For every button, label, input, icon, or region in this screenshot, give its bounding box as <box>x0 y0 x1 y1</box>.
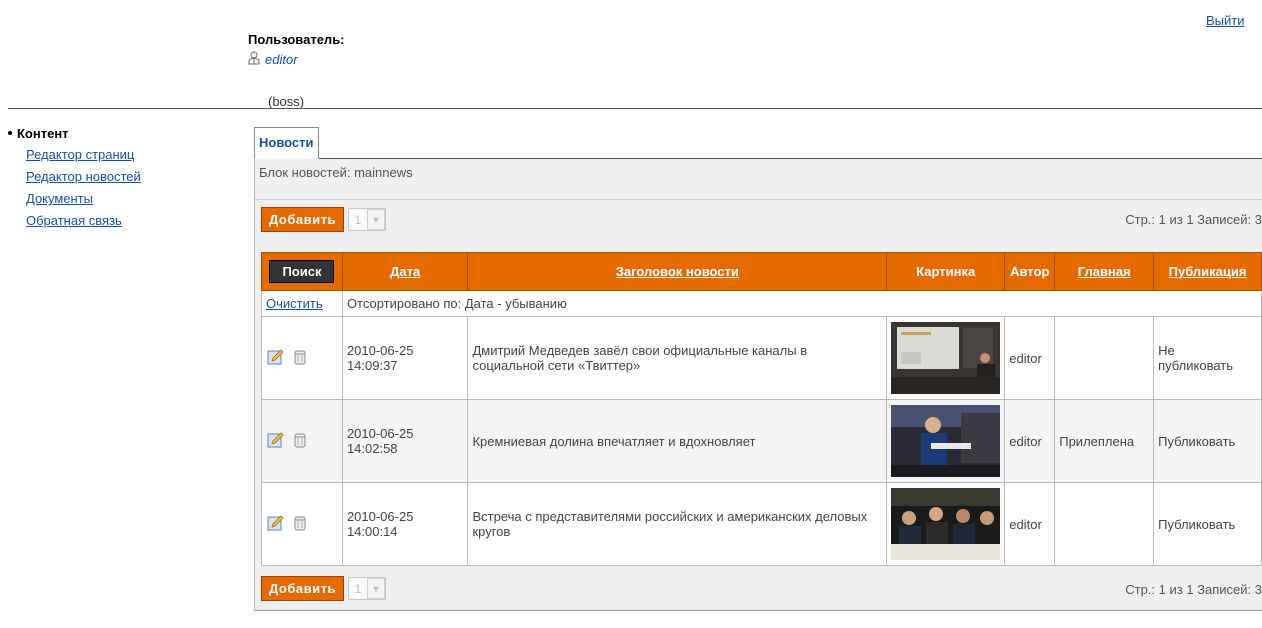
row-time: 14:09:37 <box>346 358 398 373</box>
tab-bar: Новости <box>254 124 1262 159</box>
page-select-bottom[interactable]: 1 ▼ <box>347 577 386 600</box>
news-thumbnail <box>891 322 1001 394</box>
pager-info: Стр.: 1 из 1 Записей: 3 <box>1125 212 1262 227</box>
table-header-row: Поиск Дата Заголовок новости Картинка Ав… <box>261 252 1262 291</box>
chevron-down-icon: ▼ <box>366 209 385 230</box>
row-date: 2010-06-25 <box>346 509 414 524</box>
divider <box>255 199 1262 200</box>
news-thumbnail <box>891 488 1001 560</box>
table-row: 2010-06-25 14:09:37 Дмитрий Медведев завё… <box>261 316 1262 400</box>
add-button[interactable]: Добавить <box>261 207 344 232</box>
edit-icon[interactable] <box>267 348 285 369</box>
trash-icon[interactable] <box>294 515 306 534</box>
header-divider <box>8 108 1262 109</box>
sidebar-section-title: Контент <box>8 126 228 141</box>
column-author: Автор <box>1004 252 1056 291</box>
row-publish-2: публиковать <box>1158 358 1234 373</box>
row-date: 2010-06-25 <box>346 426 414 441</box>
username: editor <box>265 52 298 67</box>
logout-link[interactable]: Выйти <box>1206 13 1245 28</box>
row-title: Встреча с представителями российских и а… <box>467 482 888 566</box>
sort-publish-link[interactable]: Публикация <box>1169 264 1247 279</box>
page-select[interactable]: 1 ▼ <box>347 208 386 231</box>
news-thumbnail <box>891 405 1001 477</box>
chevron-down-icon: ▼ <box>366 578 385 599</box>
bottom-toolbar: Добавить 1 ▼ <box>261 576 386 601</box>
trash-icon[interactable] <box>294 432 306 451</box>
sort-main-link[interactable]: Главная <box>1078 264 1131 279</box>
clear-link[interactable]: Очистить <box>266 296 323 311</box>
news-content: Блок новостей: mainnews Добавить 1 ▼ Стр… <box>254 159 1262 611</box>
sidebar-item-documents[interactable]: Документы <box>26 191 93 206</box>
edit-icon[interactable] <box>267 431 285 452</box>
row-title: Кремниевая долина впечатляет и вдохновля… <box>467 399 888 483</box>
bullet-icon <box>8 131 12 135</box>
sort-title-link[interactable]: Заголовок новости <box>616 264 739 279</box>
row-time: 14:00:14 <box>346 524 398 539</box>
search-button[interactable]: Поиск <box>269 260 335 283</box>
row-author: editor <box>1004 316 1056 400</box>
sidebar-item-news-editor[interactable]: Редактор новостей <box>26 169 141 184</box>
row-publish: Не <box>1158 343 1175 358</box>
row-author: editor <box>1004 482 1056 566</box>
main-panel: Новости Блок новостей: mainnews Добавить… <box>254 124 1262 611</box>
sort-info-row: Очистить Отсортировано по: Дата - убыван… <box>261 290 1262 317</box>
sort-date-link[interactable]: Дата <box>390 264 420 279</box>
add-button-bottom[interactable]: Добавить <box>261 576 344 601</box>
row-time: 14:02:58 <box>346 441 398 456</box>
row-date: 2010-06-25 <box>346 343 414 358</box>
row-publish: Публиковать <box>1158 433 1236 449</box>
row-main <box>1054 316 1155 400</box>
news-table: Поиск Дата Заголовок новости Картинка Ав… <box>261 252 1262 566</box>
pager-info-bottom: Стр.: 1 из 1 Записей: 3 <box>1125 582 1262 597</box>
row-title: Дмитрий Медведев завёл свои официальные … <box>467 316 888 400</box>
top-toolbar: Добавить 1 ▼ <box>261 207 386 232</box>
row-publish: Публиковать <box>1158 516 1236 532</box>
user-role: (boss) <box>268 94 305 109</box>
edit-icon[interactable] <box>267 514 285 535</box>
tab-news[interactable]: Новости <box>254 127 319 159</box>
user-label: Пользователь: <box>248 32 345 47</box>
user-block: Пользователь: editor <box>248 32 345 68</box>
sidebar-item-page-editor[interactable]: Редактор страниц <box>26 147 134 162</box>
block-info: Блок новостей: mainnews <box>259 165 413 180</box>
table-row: 2010-06-25 14:00:14 Встреча с представите… <box>261 482 1262 566</box>
sidebar-item-feedback[interactable]: Обратная связь <box>26 213 122 228</box>
trash-icon[interactable] <box>294 349 306 368</box>
sort-info: Отсортировано по: Дата - убыванию <box>341 290 1262 317</box>
row-main: Прилеплена <box>1054 399 1155 483</box>
row-author: editor <box>1004 399 1056 483</box>
column-image: Картинка <box>886 252 1006 291</box>
table-row: 2010-06-25 14:02:58 Кремниевая долина впе… <box>261 399 1262 483</box>
row-main <box>1054 482 1155 566</box>
sidebar: Контент Редактор страниц Редактор новост… <box>8 126 228 232</box>
user-icon <box>248 51 260 68</box>
